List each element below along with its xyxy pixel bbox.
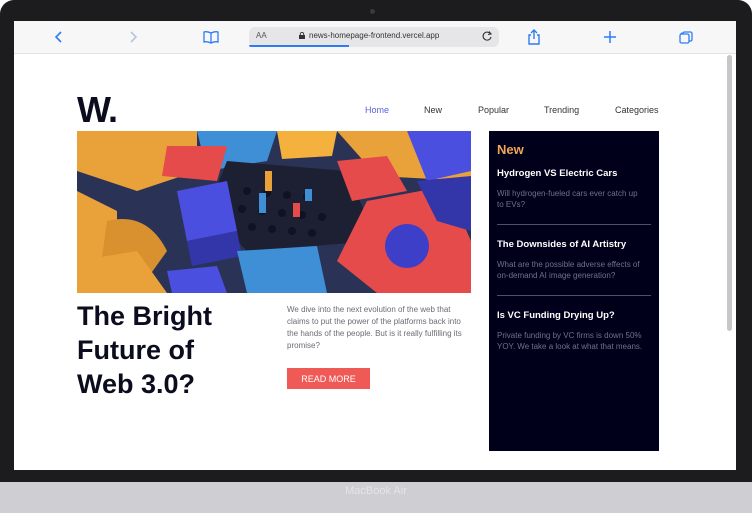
- plus-icon[interactable]: [602, 28, 618, 46]
- share-icon[interactable]: [526, 28, 542, 46]
- hero-headline: The Bright Future of Web 3.0?: [77, 301, 212, 399]
- tabs-icon[interactable]: [678, 28, 694, 46]
- page-load-progress: [249, 45, 349, 47]
- hero-image: [77, 131, 471, 293]
- sidebar-article[interactable]: Hydrogen VS Electric Cars Will hydrogen-…: [497, 168, 659, 210]
- summary-line: YOY. We take a look at what that means.: [497, 342, 643, 351]
- url-text: news-homepage-frontend.vercel.app: [309, 31, 440, 40]
- chevron-left-icon[interactable]: [52, 28, 66, 46]
- sidebar-divider: [497, 295, 651, 296]
- summary-line: on-demand AI image generation?: [497, 271, 616, 280]
- reader-aa-button[interactable]: AA: [256, 31, 267, 40]
- summary-line: to EVs?: [497, 200, 526, 209]
- new-articles-sidebar: New Hydrogen VS Electric Cars Will hydro…: [489, 131, 659, 451]
- address-bar[interactable]: AA news-homepage-frontend.vercel.app: [249, 27, 499, 47]
- browser-toolbar: AA news-homepage-frontend.vercel.app: [14, 21, 736, 54]
- sidebar-article-summary: Private funding by VC firms is down 50% …: [497, 330, 659, 352]
- nav-new[interactable]: New: [424, 105, 442, 115]
- summary-line: What are the possible adverse effects of: [497, 260, 640, 269]
- nav-home[interactable]: Home: [365, 105, 389, 115]
- nav-popular[interactable]: Popular: [478, 105, 509, 115]
- nav-categories[interactable]: Categories: [615, 105, 659, 115]
- chevron-right-icon[interactable]: [126, 28, 140, 46]
- lock-icon: [299, 32, 305, 39]
- read-more-button[interactable]: READ MORE: [287, 368, 370, 389]
- sidebar-title: New: [497, 142, 524, 157]
- device-label: MacBook Air: [345, 485, 407, 497]
- sidebar-article-title[interactable]: Hydrogen VS Electric Cars: [497, 168, 659, 179]
- summary-line: Private funding by VC firms is down 50%: [497, 331, 642, 340]
- sidebar-article-title[interactable]: Is VC Funding Drying Up?: [497, 310, 659, 321]
- sidebar-article-summary: Will hydrogen-fueled cars ever catch up …: [497, 188, 659, 210]
- reload-icon[interactable]: [481, 30, 493, 42]
- page-scrollbar[interactable]: [727, 55, 732, 331]
- book-icon[interactable]: [202, 28, 220, 46]
- sidebar-article-title[interactable]: The Downsides of AI Artistry: [497, 239, 659, 250]
- hero-description: We dive into the next evolution of the w…: [287, 305, 462, 350]
- browser-screen: AA news-homepage-frontend.vercel.app W. …: [14, 21, 736, 470]
- sidebar-article-summary: What are the possible adverse effects of…: [497, 259, 659, 281]
- site-logo[interactable]: W.: [77, 89, 118, 131]
- sidebar-article[interactable]: The Downsides of AI Artistry What are th…: [497, 239, 659, 281]
- sidebar-divider: [497, 224, 651, 225]
- sidebar-article[interactable]: Is VC Funding Drying Up? Private funding…: [497, 310, 659, 352]
- summary-line: Will hydrogen-fueled cars ever catch up: [497, 189, 638, 198]
- nav-trending[interactable]: Trending: [544, 105, 579, 115]
- camera: [370, 9, 375, 14]
